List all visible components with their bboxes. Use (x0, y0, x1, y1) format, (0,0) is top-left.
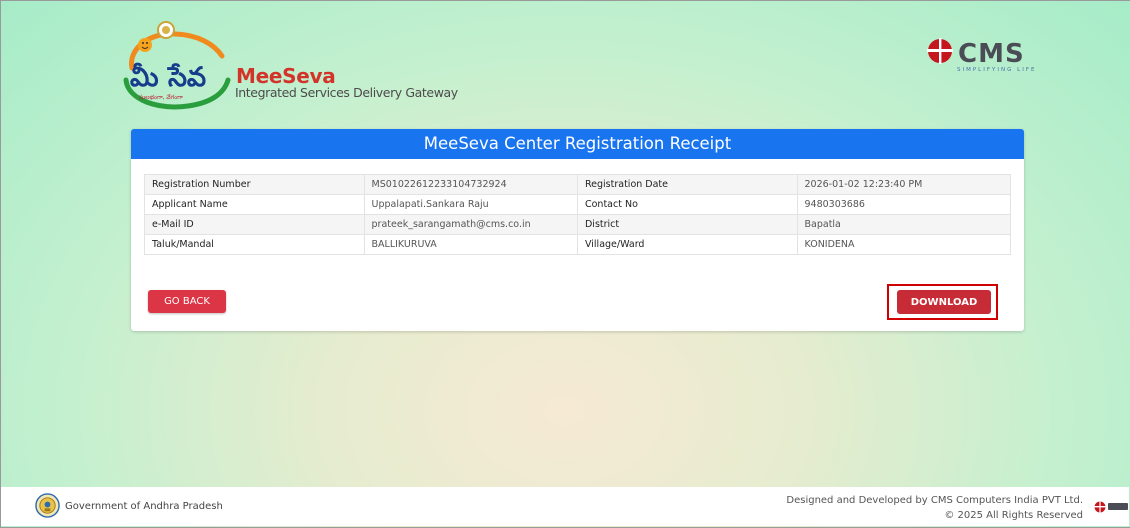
receipt-details-table: Registration Number MS0102261223310473292… (144, 174, 1011, 255)
receipt-card: MeeSeva Center Registration Receipt Regi… (131, 129, 1024, 331)
logo-telugu-subtext: సులభంగా, వేగంగా (139, 94, 183, 101)
field-label: Registration Number (144, 174, 365, 195)
cms-tagline: SIMPLIFYING LIFE (957, 67, 1037, 73)
field-value: prateek_sarangamath@cms.co.in (363, 214, 578, 235)
field-label: e-Mail ID (144, 214, 365, 235)
credit-line-developer: Designed and Developed by CMS Computers … (786, 495, 1083, 506)
go-back-button[interactable]: GO BACK (148, 290, 226, 313)
field-value: BALLIKURUVA (363, 234, 578, 255)
ap-government-emblem-icon (35, 493, 60, 518)
credit-line-copyright: © 2025 All Rights Reserved (944, 510, 1083, 521)
table-row: e-Mail ID prateek_sarangamath@cms.co.in Di… (144, 214, 1011, 235)
field-label: District (576, 214, 798, 235)
table-row: Taluk/Mandal BALLIKURUVA Village/Ward KONID… (144, 234, 1011, 255)
receipt-title: MeeSeva Center Registration Receipt (131, 129, 1024, 159)
footer-cms-logo-icon (1094, 501, 1128, 513)
field-value: MS01022612233104732924 (363, 174, 578, 195)
table-row: Registration Number MS0102261223310473292… (144, 174, 1011, 195)
field-label: Contact No (576, 194, 798, 215)
field-value: 9480303686 (796, 194, 1011, 215)
cms-name: CMS (958, 39, 1025, 69)
footer-credits: Designed and Developed by CMS Computers … (786, 493, 1083, 523)
table-row: Applicant Name Uppalapati.Sankara Raju Con… (144, 194, 1011, 215)
footer: Government of Andhra Pradesh Designed an… (1, 487, 1129, 526)
field-label: Applicant Name (144, 194, 365, 215)
field-value: Bapatla (796, 214, 1011, 235)
field-value: Uppalapati.Sankara Raju (363, 194, 578, 215)
download-button[interactable]: DOWNLOAD (897, 290, 991, 314)
field-value: KONIDENA (796, 234, 1011, 255)
government-text: Government of Andhra Pradesh (65, 501, 223, 512)
field-value: 2026-01-02 12:23:40 PM (796, 174, 1011, 195)
field-label: Taluk/Mandal (144, 234, 365, 255)
field-label: Registration Date (576, 174, 798, 195)
brand-subtitle: Integrated Services Delivery Gateway (235, 85, 458, 100)
field-label: Village/Ward (576, 234, 798, 255)
